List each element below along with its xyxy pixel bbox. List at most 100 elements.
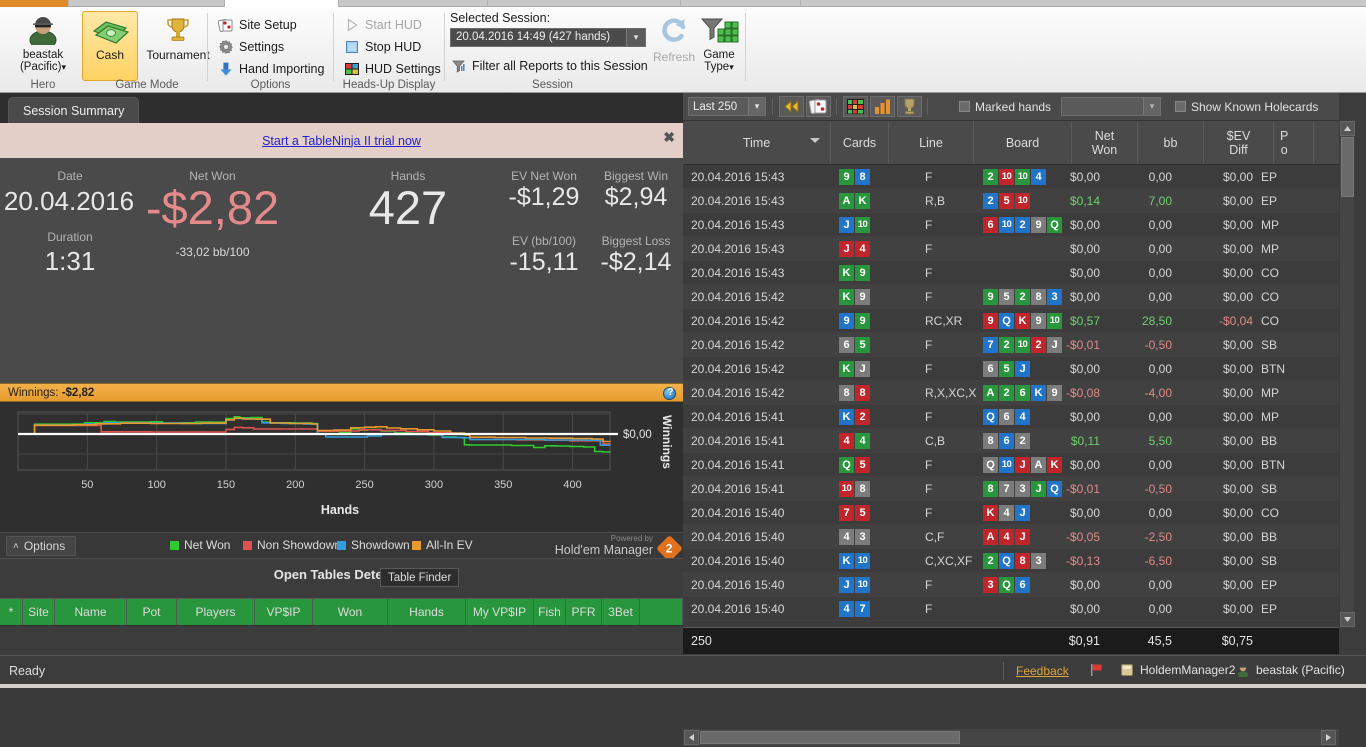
hands-column-header[interactable]: Line [889, 121, 974, 164]
hand-row[interactable]: 20.04.2016 15:43 K 9 F $0,00 0,00 $0,00 CO [683, 261, 1339, 285]
hand-row[interactable]: 20.04.2016 15:41 10 8 F 8 7 3 J Q -$0,01 -0,50 $0,0… [683, 477, 1339, 501]
hand-row[interactable]: 20.04.2016 15:43 J 4 F $0,00 0,00 $0,00 MP [683, 237, 1339, 261]
open-tables-column-header[interactable]: PFR [566, 599, 602, 625]
tab-session-summary[interactable]: Session Summary [8, 97, 140, 123]
scroll-down-button[interactable] [1340, 612, 1355, 627]
hand-row[interactable]: 20.04.2016 15:42 8 8 R,X,XC,X A 2 6 K 9 -$0,08 -4,… [683, 381, 1339, 405]
playing-card: 4 [999, 504, 1014, 521]
app-name-item[interactable]: HoldemManager2 [1120, 663, 1235, 677]
open-tables-column-header[interactable]: Site [23, 599, 55, 625]
hand-row[interactable]: 20.04.2016 15:40 7 5 F K 4 J $0,00 0,00 $0,00 CO [683, 501, 1339, 525]
hand-row[interactable]: 20.04.2016 15:40 4 3 C,F A 4 J -$0,05 -2,50 $0,00… [683, 525, 1339, 549]
hands-column-header[interactable]: bb [1138, 121, 1204, 164]
scroll-right-button[interactable] [1321, 730, 1336, 745]
open-tables-column-header[interactable]: Players [177, 599, 255, 625]
filter-reports-button[interactable]: Filter all Reports to this Session [449, 55, 650, 76]
hand-row[interactable]: 20.04.2016 15:40 J 10 F 3 Q 6 $0,00 0,00 $0,00 EP [683, 573, 1339, 597]
hands-grid-body[interactable]: 20.04.2016 15:43 9 8 F 2 10 10 4 $0,00 0,00 $0,00 E… [683, 165, 1339, 627]
horizontal-scroll-thumb[interactable] [700, 731, 960, 744]
legend-allin-ev[interactable]: All-In EV [412, 538, 473, 552]
hand-row[interactable]: 20.04.2016 15:42 9 9 RC,XR 9 Q K 9 10 $0,57 28,50-… [683, 309, 1339, 333]
help-icon[interactable]: ? [663, 387, 676, 400]
hand-time: 20.04.2016 15:41 [691, 457, 785, 472]
open-tables-column-header[interactable]: 3Bet [602, 599, 640, 625]
refresh-button[interactable]: Refresh [650, 11, 698, 81]
session-select[interactable]: 20.04.2016 14:49 (427 hands) ▾ [450, 28, 646, 47]
tournament-button[interactable]: Tournament [139, 11, 217, 81]
vertical-scroll-thumb[interactable] [1341, 137, 1354, 197]
table-finder-button[interactable]: Table Finder [380, 568, 460, 587]
open-tables-column-header[interactable]: Pot [127, 599, 177, 625]
legend-non-showdown[interactable]: Non Showdown [243, 538, 341, 552]
hands-horizontal-scrollbar[interactable] [683, 729, 1339, 746]
promo-link[interactable]: Start a TableNinja II trial now [262, 134, 421, 148]
cards-view-button[interactable] [806, 96, 831, 117]
winnings-header-bar: Winnings: -$2,82 ? [0, 383, 683, 402]
hero-caret-icon[interactable]: ▾ [62, 62, 67, 72]
user-item[interactable]: beastak (Pacific) [1236, 663, 1345, 677]
bar-chart-button[interactable] [870, 96, 895, 117]
site-setup-button[interactable]: Site Setup [216, 14, 299, 35]
open-tables-column-header[interactable] [640, 599, 683, 625]
winnings-chart[interactable]: 50 100 150 200 250 300 350 400 $0,00 Hands Winning… [0, 402, 683, 532]
hand-row[interactable]: 20.04.2016 15:43 A K R,B 2 5 10 $0,14 7,00 $0,00 E… [683, 189, 1339, 213]
hands-column-header[interactable]: $EV Diff [1204, 121, 1274, 164]
show-known-holecards-checkbox[interactable] [1175, 101, 1186, 112]
game-type-button[interactable]: Game Type▾ [693, 11, 745, 81]
tab-strip-accent[interactable] [0, 0, 68, 7]
scroll-left-button[interactable] [684, 730, 699, 745]
open-tables-body[interactable] [0, 626, 683, 656]
marked-hands-select[interactable]: ▾ [1061, 97, 1161, 116]
rewind-button[interactable] [779, 96, 804, 117]
flag-icon-item[interactable] [1089, 663, 1104, 677]
hand-row[interactable]: 20.04.2016 15:42 K 9 F 9 5 2 8 3 $0,00 0,00 $0,00 CO [683, 285, 1339, 309]
hands-column-header[interactable]: Cards [831, 121, 889, 164]
hands-vertical-scrollbar[interactable] [1339, 121, 1355, 627]
cash-button[interactable]: Cash [82, 11, 138, 81]
hand-row[interactable]: 20.04.2016 15:40 K 10 C,XC,XF 2 Q 8 3 -$0,13 -6,5… [683, 549, 1339, 573]
hand-row[interactable]: 20.04.2016 15:43 J 10 F 6 10 2 9 Q $0,00 0,00 $0,00… [683, 213, 1339, 237]
hand-row[interactable]: 20.04.2016 15:42 6 5 F 7 2 10 2 J -$0,01 -0,50 $0,0… [683, 333, 1339, 357]
playing-card: 9 [855, 264, 870, 281]
session-select-caret-icon[interactable]: ▾ [626, 29, 645, 46]
settings-button[interactable]: Settings [216, 36, 286, 57]
hands-column-header[interactable]: Net Won [1072, 121, 1138, 164]
open-tables-column-header[interactable]: VP$IP [255, 599, 313, 625]
scroll-up-button[interactable] [1340, 121, 1355, 136]
open-tables-column-header[interactable]: My VP$IP [466, 599, 534, 625]
open-tables-column-header[interactable]: Fish [534, 599, 566, 625]
hands-column-header[interactable]: Time [683, 121, 831, 164]
hand-row[interactable]: 20.04.2016 15:41 4 4 C,B 8 6 2 $0,11 5,50 $0,00 BB [683, 429, 1339, 453]
hand-row[interactable]: 20.04.2016 15:41 K 2 F Q 6 4 $0,00 0,00 $0,00 MP [683, 405, 1339, 429]
open-tables-column-header[interactable]: Won [313, 599, 388, 625]
hand-row[interactable]: 20.04.2016 15:43 9 8 F 2 10 10 4 $0,00 0,00 $0,00 E… [683, 165, 1339, 189]
hero-button[interactable]: beastak (Pacific)▾ [10, 11, 76, 81]
marked-hands-checkbox[interactable] [959, 101, 970, 112]
open-tables-column-header[interactable]: Name [55, 599, 127, 625]
chart-options-button[interactable]: ˄ Options [6, 536, 77, 556]
hand-row[interactable]: 20.04.2016 15:41 Q 5 F Q 10 J A K $0,00 0,00 $0,00 B… [683, 453, 1339, 477]
show-known-holecards-label[interactable]: Show Known Holecards [1191, 100, 1318, 114]
legend-net-won[interactable]: Net Won [170, 538, 230, 552]
hand-row[interactable]: 20.04.2016 15:42 K J F 6 5 J $0,00 0,00 $0,00 BTN [683, 357, 1339, 381]
tab-strip-active[interactable] [225, 0, 338, 7]
hands-column-header[interactable]: Po [1274, 121, 1314, 164]
hud-settings-button[interactable]: HUD Settings [342, 58, 443, 79]
marked-hands-label[interactable]: Marked hands [975, 100, 1051, 114]
hand-row[interactable]: 20.04.2016 15:40 4 7 F $0,00 0,00 $0,00 EP [683, 597, 1339, 621]
feedback-link[interactable]: Feedback [1016, 664, 1069, 678]
matrix-view-button[interactable] [843, 96, 868, 117]
hand-bb: 0,00 [1148, 265, 1172, 280]
hand-range-select[interactable]: Last 250 ▾ [688, 97, 766, 116]
open-tables-column-header[interactable]: * [0, 599, 23, 625]
promo-close-icon[interactable]: ✖ [663, 130, 675, 144]
legend-showdown[interactable]: Showdown [337, 538, 410, 552]
hand-importing-button[interactable]: Hand Importing [216, 58, 326, 79]
stop-hud-button[interactable]: Stop HUD [342, 36, 423, 57]
open-tables-column-header[interactable]: Hands [388, 599, 466, 625]
playing-card: 5 [855, 504, 870, 521]
hands-column-header[interactable]: Board [974, 121, 1072, 164]
start-hud-button[interactable]: Start HUD [342, 14, 424, 35]
trophy-button[interactable] [897, 96, 922, 117]
game-type-caret-icon[interactable]: ▾ [729, 62, 734, 72]
